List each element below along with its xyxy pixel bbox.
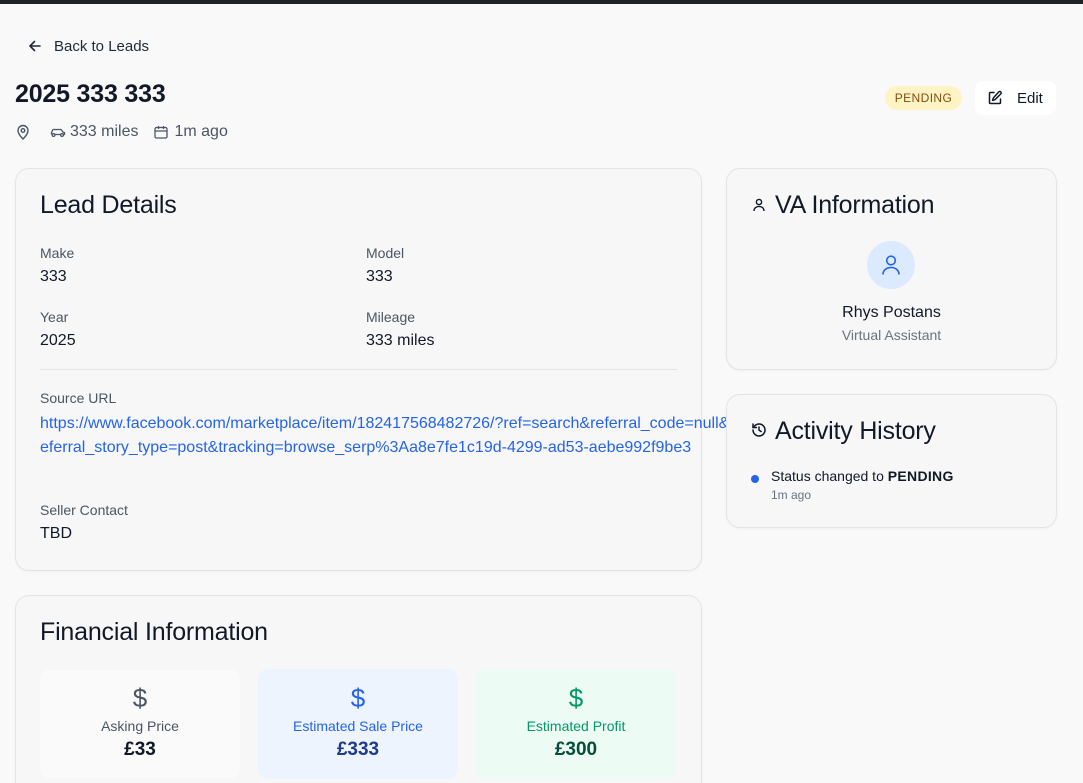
created-time-meta: 1m ago (174, 123, 228, 140)
back-to-leads-link[interactable]: Back to Leads (22, 33, 155, 59)
seller-contact-value: TBD (40, 525, 72, 542)
status-badge: PENDING (885, 86, 962, 110)
calendar-icon (154, 126, 169, 139)
activity-history-card: Activity History Status changed to PENDI… (726, 394, 1057, 528)
lead-meta-row: 333 miles 1m ago (16, 121, 228, 143)
mileage-value: 333 miles (366, 332, 435, 349)
lead-details-title: Lead Details (40, 191, 177, 219)
seller-contact-label: Seller Contact (40, 502, 128, 518)
estimated-profit-value: £300 (554, 739, 598, 760)
user-icon (753, 198, 765, 212)
va-name: Rhys Postans (842, 304, 941, 321)
page-title: 2025 333 333 (15, 80, 166, 108)
edit-button[interactable]: Edit (975, 81, 1056, 115)
year-label: Year (40, 309, 69, 325)
activity-dot (751, 475, 759, 483)
source-url-link[interactable]: https://www.facebook.com/marketplace/ite… (40, 412, 740, 460)
asking-price-label: Asking Price (101, 718, 179, 734)
financial-information-title: Financial Information (40, 618, 268, 646)
user-avatar-icon (882, 255, 900, 275)
estimated-sale-price-value: £333 (336, 739, 380, 760)
activity-item: Status changed to PENDING (771, 468, 954, 484)
asking-price-value: £33 (124, 739, 156, 760)
va-role: Virtual Assistant (841, 327, 942, 343)
arrow-left-icon (29, 40, 41, 52)
map-pin-icon (17, 124, 29, 140)
dollar-icon: $ (350, 683, 366, 713)
va-information-title: VA Information (775, 191, 935, 219)
make-label: Make (40, 245, 75, 261)
lead-details-card: Lead Details Make 333 Model 333 Year 202… (15, 168, 735, 571)
history-icon (752, 423, 766, 437)
car-icon (50, 128, 66, 138)
va-information-card: VA Information Rhys Postans Virtual Assi… (726, 168, 1057, 370)
activity-item-text: Status changed to (771, 468, 888, 484)
section-divider (40, 369, 677, 370)
asking-price-box: $ Asking Price £33 (40, 669, 240, 779)
avatar (867, 241, 915, 289)
financial-information-card: Financial Information $ Asking Price £33… (15, 595, 702, 783)
estimated-profit-box: $ Estimated Profit £300 (476, 669, 676, 779)
edit-icon (988, 90, 1002, 105)
top-bar (0, 0, 1083, 4)
activity-item-time: 1m ago (771, 488, 812, 502)
source-url-label: Source URL (40, 390, 117, 406)
mileage-label: Mileage (366, 309, 416, 325)
estimated-sale-price-label: Estimated Sale Price (293, 718, 423, 734)
mileage-meta: 333 miles (70, 123, 139, 140)
edit-button-label: Edit (1017, 89, 1043, 107)
dollar-icon: $ (132, 683, 148, 713)
estimated-profit-label: Estimated Profit (526, 718, 626, 734)
activity-item-status: PENDING (887, 468, 954, 484)
estimated-sale-price-box: $ Estimated Sale Price £333 (258, 669, 458, 779)
make-value: 333 (40, 268, 67, 285)
year-value: 2025 (40, 332, 76, 349)
model-label: Model (366, 245, 405, 261)
dollar-icon: $ (568, 683, 584, 713)
model-value: 333 (366, 268, 393, 285)
back-to-leads-label: Back to Leads (54, 37, 150, 55)
activity-history-title: Activity History (775, 417, 936, 445)
